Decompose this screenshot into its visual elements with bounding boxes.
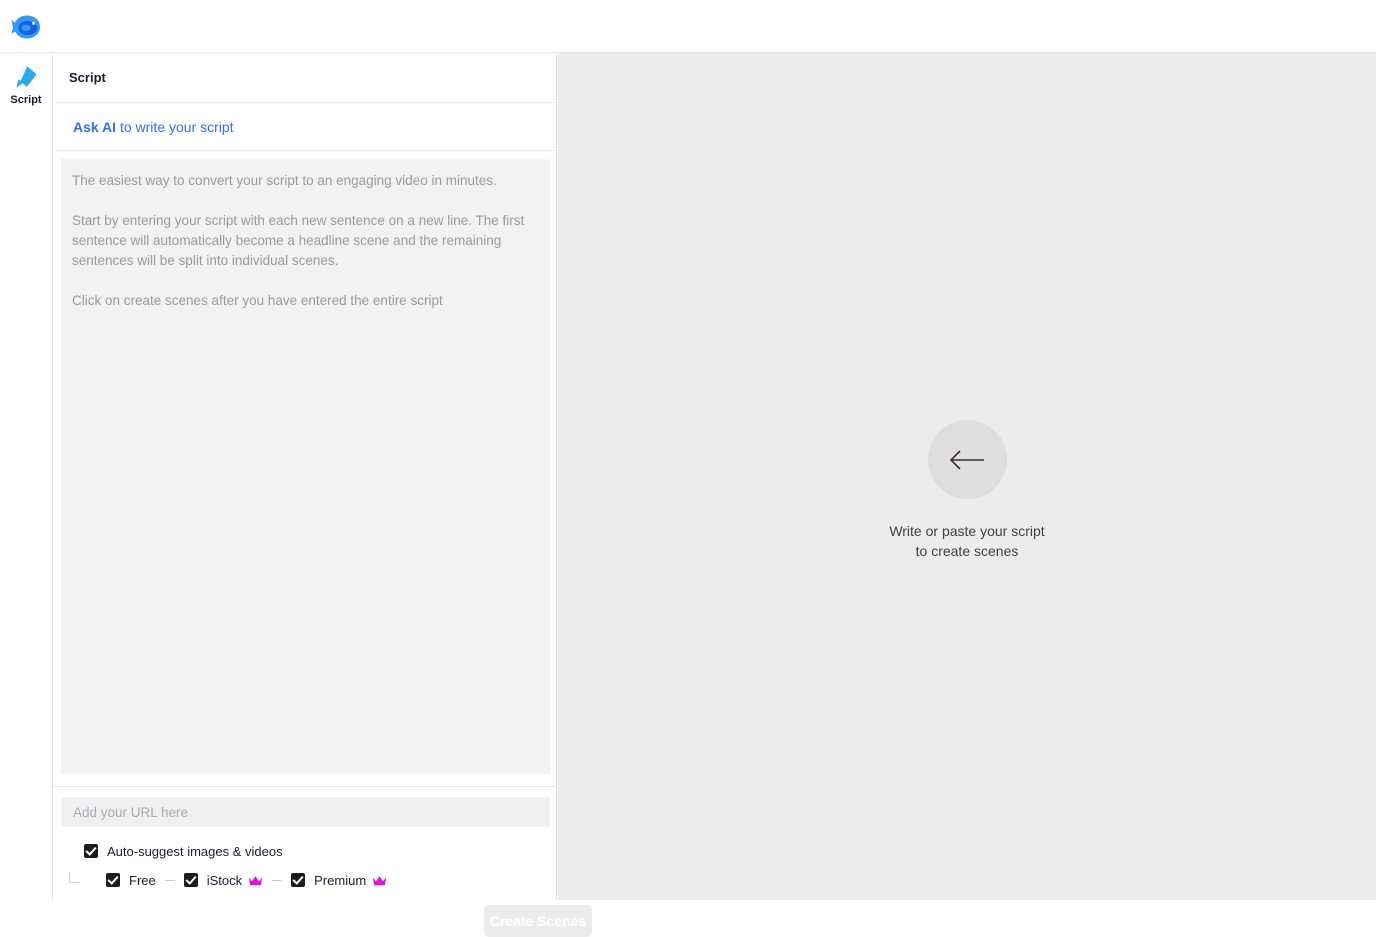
left-icon-rail: Script bbox=[0, 53, 53, 900]
panel-bottom-section: Auto-suggest images & videos Free iStock… bbox=[53, 786, 556, 912]
script-panel: Script Ask AI to write your script Auto-… bbox=[53, 53, 592, 937]
empty-state-line-2: to create scenes bbox=[915, 543, 1019, 559]
arrow-left-icon bbox=[927, 420, 1007, 499]
top-bar bbox=[0, 0, 1376, 53]
istock-label: iStock bbox=[206, 872, 243, 888]
empty-state-line-1: Write or paste your script bbox=[889, 523, 1045, 539]
crown-icon-istock bbox=[248, 874, 263, 886]
ask-ai-bold-label: Ask AI bbox=[73, 118, 117, 135]
script-editor-wrapper bbox=[53, 151, 556, 774]
tree-connector-icon bbox=[69, 872, 80, 883]
auto-suggest-label: Auto-suggest images & videos bbox=[107, 843, 283, 859]
auto-suggest-row[interactable]: Auto-suggest images & videos bbox=[84, 842, 548, 860]
script-input[interactable] bbox=[61, 159, 550, 774]
page-title: Script bbox=[69, 70, 106, 85]
empty-state: Write or paste your script to create sce… bbox=[807, 420, 1127, 561]
panel-header: Script bbox=[53, 53, 556, 103]
separator-dash-2 bbox=[272, 879, 283, 881]
fish-logo-icon[interactable] bbox=[10, 10, 44, 44]
create-scenes-button[interactable]: Create Scenes bbox=[484, 905, 592, 937]
free-label: Free bbox=[129, 872, 156, 888]
sidebar-item-label-script: Script bbox=[10, 94, 42, 106]
istock-checkbox[interactable] bbox=[183, 873, 198, 887]
scene-canvas: Write or paste your script to create sce… bbox=[558, 53, 1376, 900]
sidebar-item-script[interactable]: Script bbox=[0, 62, 52, 107]
premium-checkbox[interactable] bbox=[291, 873, 306, 887]
crown-icon-premium bbox=[372, 874, 387, 886]
ask-ai-row: Ask AI to write your script bbox=[53, 103, 556, 151]
premium-label: Premium bbox=[314, 872, 367, 888]
ask-ai-rest-label: to write your script bbox=[116, 118, 234, 135]
source-options-row: Free iStock Premium bbox=[84, 871, 548, 889]
suggestion-options: Auto-suggest images & videos Free iStock… bbox=[61, 842, 548, 912]
auto-suggest-checkbox[interactable] bbox=[84, 844, 98, 858]
script-diamond-icon bbox=[11, 62, 41, 92]
url-input[interactable] bbox=[61, 797, 550, 827]
free-checkbox[interactable] bbox=[106, 873, 120, 887]
ask-ai-link[interactable]: Ask AI to write your script bbox=[73, 119, 234, 135]
separator-dash-1 bbox=[164, 879, 175, 881]
